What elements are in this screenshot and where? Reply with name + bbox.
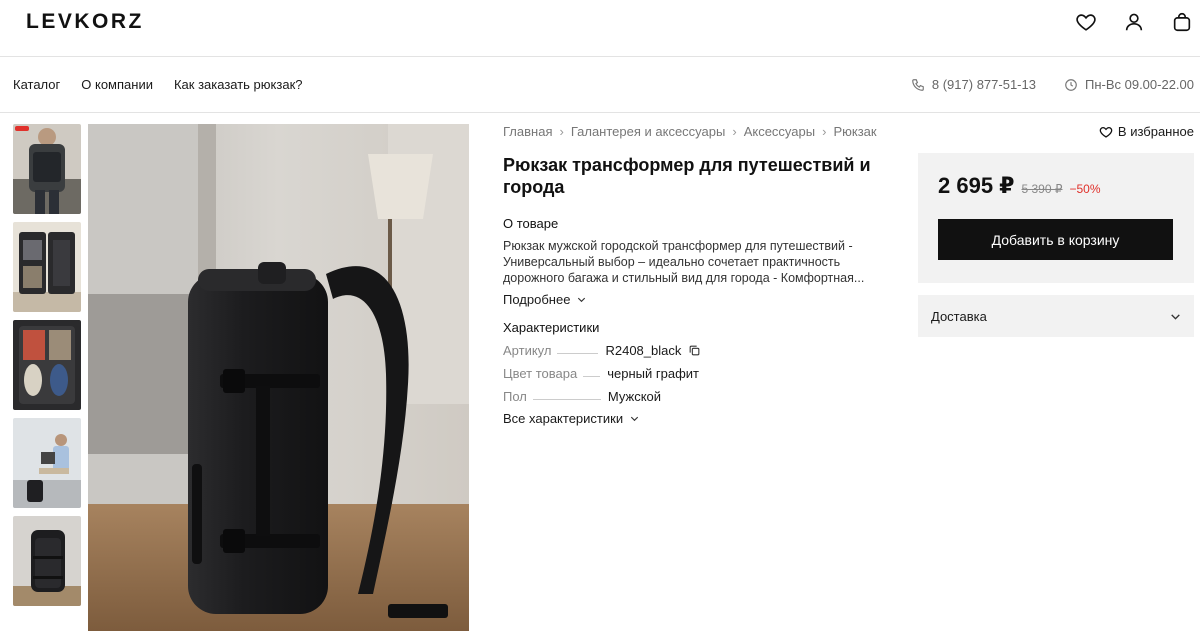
price-row: 2 695 ₽ 5 390 ₽ −50% — [938, 173, 1101, 199]
spec-row-gender: Пол Мужской — [503, 387, 898, 404]
spec-leader — [583, 376, 601, 377]
add-to-favorites[interactable]: В избранное — [1099, 124, 1194, 139]
more-link[interactable]: Подробнее — [503, 292, 898, 307]
breadcrumb-separator: › — [559, 124, 564, 139]
spec-key: Пол — [503, 389, 527, 404]
about-text: Рюкзак мужской городской трансформер для… — [503, 239, 865, 285]
bag-icon[interactable] — [1170, 10, 1194, 34]
specs-heading: Характеристики — [503, 320, 600, 335]
product-title: Рюкзак трансформер для путешествий и гор… — [503, 155, 871, 197]
delivery-label: Доставка — [931, 309, 987, 324]
phone-number: 8 (917) 877-51-13 — [931, 77, 1036, 92]
site-header: LEVKORZ — [0, 0, 1200, 57]
phone-icon — [912, 78, 924, 91]
old-price: 5 390 ₽ — [1021, 182, 1063, 196]
breadcrumb-haberdashery[interactable]: Галантерея и аксессуары — [571, 124, 726, 139]
logo[interactable]: LEVKORZ — [26, 10, 144, 34]
breadcrumb-home[interactable]: Главная — [503, 124, 552, 139]
about-heading: О товаре — [503, 216, 559, 231]
price-panel: 2 695 ₽ 5 390 ₽ −50% Добавить в корзину — [918, 153, 1194, 283]
spec-leader — [532, 399, 601, 400]
thumbnail-2[interactable] — [13, 222, 81, 312]
spec-row-color: Цвет товара черный графит — [503, 364, 898, 381]
spec-value: Мужской — [607, 389, 662, 404]
nav-link-about[interactable]: О компании — [81, 77, 153, 92]
heart-icon — [1099, 126, 1113, 138]
spec-value: черный графит — [607, 366, 699, 381]
breadcrumb-accessories[interactable]: Аксессуары — [744, 124, 815, 139]
more-label: Подробнее — [503, 292, 571, 307]
delivery-accordion[interactable]: Доставка — [918, 295, 1194, 337]
spec-key: Артикул — [503, 343, 552, 358]
spec-row-article: Артикул R2408_black — [503, 341, 898, 358]
contact-info: 8 (917) 877-51-13 Пн-Вс 09.00-22.00 — [911, 77, 1194, 92]
all-specs-label: Все характеристики — [503, 411, 624, 426]
heart-icon[interactable] — [1074, 10, 1098, 34]
spec-key: Цвет товара — [503, 366, 578, 381]
breadcrumb-separator: › — [732, 124, 737, 139]
nav-link-how-to-order[interactable]: Как заказать рюкзак? — [174, 77, 303, 92]
main-nav: Каталог О компании Как заказать рюкзак? … — [0, 57, 1200, 113]
clock-icon — [1065, 78, 1077, 91]
chevron-down-icon — [1171, 314, 1180, 320]
product-info: Главная › Галантерея и аксессуары › Аксе… — [503, 124, 898, 426]
copy-icon[interactable] — [688, 344, 701, 357]
add-to-cart-button[interactable]: Добавить в корзину — [938, 219, 1173, 260]
header-icons — [1074, 10, 1194, 34]
favorites-label: В избранное — [1117, 124, 1194, 139]
thumbnail-5[interactable] — [13, 516, 81, 606]
phone-link[interactable]: 8 (917) 877-51-13 — [911, 77, 1036, 92]
nav-link-catalog[interactable]: Каталог — [13, 77, 60, 92]
breadcrumb-separator: › — [822, 124, 827, 139]
discount-badge: −50% — [1069, 182, 1101, 196]
chevron-down-icon — [578, 297, 586, 303]
hours-text: Пн-Вс 09.00-22.00 — [1084, 77, 1194, 92]
thumbnail-list — [13, 124, 81, 614]
current-price: 2 695 ₽ — [938, 173, 1015, 198]
nav-links: Каталог О компании Как заказать рюкзак? — [13, 77, 302, 92]
user-icon[interactable] — [1122, 10, 1146, 34]
breadcrumb-backpack[interactable]: Рюкзак — [833, 124, 876, 139]
main-product-image[interactable] — [88, 124, 469, 631]
working-hours: Пн-Вс 09.00-22.00 — [1064, 77, 1194, 92]
spec-leader — [557, 353, 599, 354]
thumbnail-1[interactable] — [13, 124, 81, 214]
thumbnail-3[interactable] — [13, 320, 81, 410]
spec-value: R2408_black — [605, 343, 701, 358]
chevron-down-icon — [630, 416, 639, 422]
all-specs-link[interactable]: Все характеристики — [503, 411, 898, 426]
breadcrumb: Главная › Галантерея и аксессуары › Аксе… — [503, 124, 898, 139]
thumbnail-4[interactable] — [13, 418, 81, 508]
article-value: R2408_black — [605, 343, 682, 358]
